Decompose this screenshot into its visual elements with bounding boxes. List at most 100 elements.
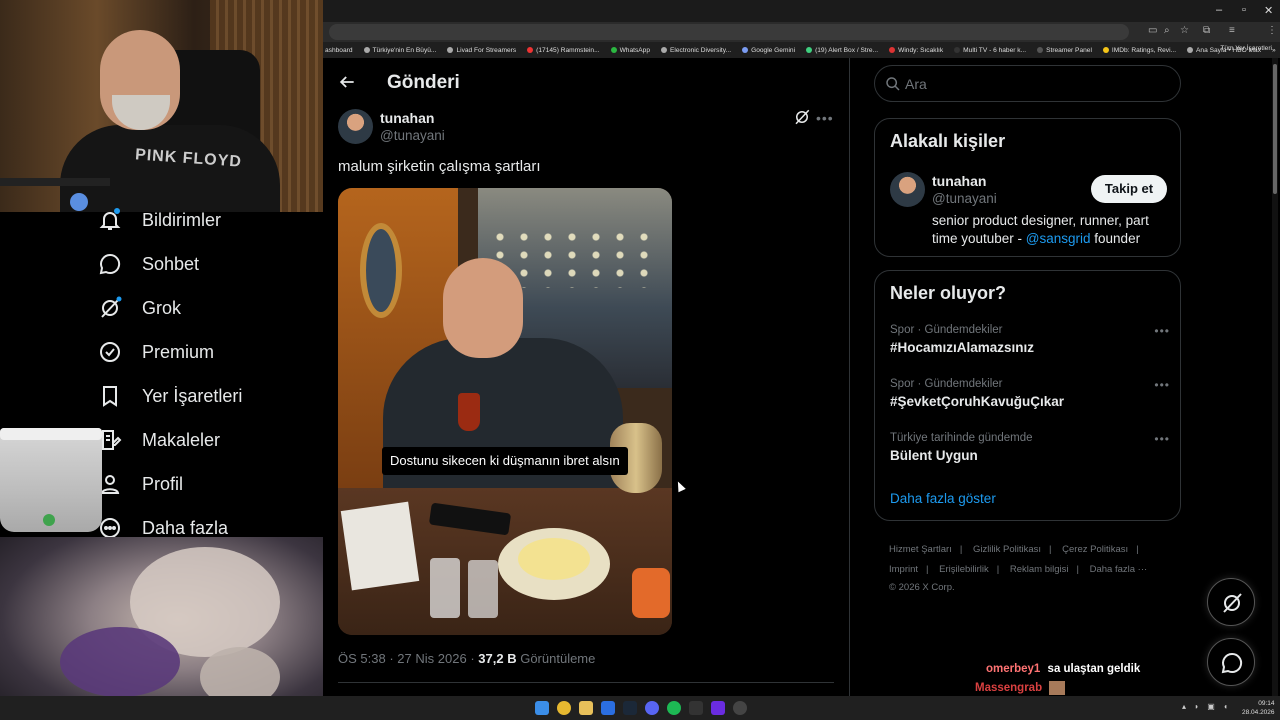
kebab-menu-icon[interactable]: ⋮ xyxy=(1267,25,1277,36)
cast-icon[interactable]: ▭ xyxy=(1148,25,1157,36)
bookmark-item[interactable]: Livad For Streamers xyxy=(447,47,516,54)
trend-name: #HocamızıAlamazsınız xyxy=(890,340,1035,355)
address-bar[interactable] xyxy=(329,24,1129,40)
more-options-icon[interactable]: ••• xyxy=(1154,378,1170,392)
grok-fab-button[interactable] xyxy=(1207,578,1255,626)
footer-link-cookies[interactable]: Çerez Politikası xyxy=(1062,544,1128,555)
discord-icon[interactable] xyxy=(645,701,659,715)
author-handle[interactable]: @tunayani xyxy=(380,128,445,143)
clock-date: 28.04.2026 xyxy=(1242,709,1275,716)
related-person-handle[interactable]: @tunayani xyxy=(932,191,997,206)
star-icon[interactable]: ☆ xyxy=(1180,25,1189,36)
minimize-icon[interactable]: – xyxy=(1216,4,1222,16)
photo-person-head xyxy=(443,258,523,358)
bookmark-item[interactable]: Multi TV - 6 haber k... xyxy=(954,47,1026,54)
footer-link-accessibility[interactable]: Erişilebilirlik xyxy=(939,564,989,575)
steam-icon[interactable] xyxy=(623,701,637,715)
epic-games-icon[interactable] xyxy=(689,701,703,715)
post-time[interactable]: ÖS 5:38 xyxy=(338,651,386,666)
sidebar-item-profile[interactable]: Profil xyxy=(98,472,183,496)
bookmark-label: WhatsApp xyxy=(619,46,650,54)
spotify-icon[interactable] xyxy=(667,701,681,715)
bookmark-item[interactable]: (19) Alert Box / Stre... xyxy=(806,47,878,54)
trend-name: #ŞevketÇoruhKavuğuÇıkar xyxy=(890,394,1065,409)
sidebar-item-articles[interactable]: Makaleler xyxy=(98,428,220,452)
chrome-icon[interactable] xyxy=(557,701,571,715)
screen: – ▫ ✕ ▭ ⌕ ☆ ⧉ ≡ ⋮ ashboard Türkiye'nin E… xyxy=(0,0,1280,720)
trend-item[interactable]: Türkiye tarihinde gündemde Bülent Uygun … xyxy=(890,432,1170,463)
footer-link-terms[interactable]: Hizmet Şartları xyxy=(889,544,952,555)
bookmark-item[interactable]: ashboard xyxy=(325,47,353,54)
post-image[interactable]: Dostunu sikecen ki düşmanın ibret alsın xyxy=(338,188,672,635)
windows-start-icon[interactable] xyxy=(535,701,549,715)
sidebar-item-label: Grok xyxy=(142,297,182,318)
more-options-icon[interactable]: ••• xyxy=(1154,432,1170,446)
file-explorer-icon[interactable] xyxy=(579,701,593,715)
bookmark-item[interactable]: Electronic Diversity... xyxy=(661,47,731,54)
avatar[interactable] xyxy=(338,109,373,144)
sidebar-item-label: Sohbet xyxy=(142,253,200,274)
taskbar-clock[interactable]: 09:14 28.04.2026 xyxy=(1242,699,1275,717)
page-title: Gönderi xyxy=(387,72,460,93)
favicon-icon xyxy=(954,47,961,53)
footer-link-imprint[interactable]: Imprint xyxy=(889,564,918,575)
all-bookmarks-button[interactable]: Tüm Yer İşaretleri xyxy=(1220,45,1272,52)
footer-link-ads-info[interactable]: Reklam bilgisi xyxy=(1010,564,1069,575)
avatar[interactable] xyxy=(890,172,925,207)
divider xyxy=(338,682,834,683)
bookmarks-overflow[interactable]: » xyxy=(1272,47,1276,54)
footer-sep: | xyxy=(996,564,1000,575)
footer-link-privacy[interactable]: Gizlilik Politikası xyxy=(973,544,1041,555)
follow-button[interactable]: Takip et xyxy=(1091,175,1167,203)
maximize-icon[interactable]: ▫ xyxy=(1242,4,1246,16)
app-icon[interactable] xyxy=(601,701,615,715)
app-icon[interactable] xyxy=(733,701,747,715)
footer-link-more[interactable]: Daha fazla ··· xyxy=(1090,564,1148,575)
system-tray-icons[interactable]: ▴ ◗ ▣ ◖ xyxy=(1182,702,1231,711)
bookmark-item[interactable]: Türkiye'nin En Büyü... xyxy=(363,46,437,54)
bookmark-item[interactable]: Windy: Sıcaklık xyxy=(889,47,943,54)
photo-popcorn xyxy=(518,538,590,580)
chat-username: omerbey1 xyxy=(986,663,1041,675)
bookmark-item[interactable]: Streamer Panel xyxy=(1037,47,1092,54)
close-icon[interactable]: ✕ xyxy=(1264,4,1273,17)
footer-links: Hizmet Şartları | Gizlilik Politikası | Çe… xyxy=(889,540,1179,596)
more-options-icon[interactable]: ••• xyxy=(816,110,834,126)
menu-icon[interactable]: ≡ xyxy=(1229,25,1235,36)
sidebar-item-grok[interactable]: Grok xyxy=(98,296,181,320)
grok-icon[interactable] xyxy=(793,108,811,126)
messages-fab-button[interactable] xyxy=(1207,638,1255,686)
extensions-icon[interactable]: ⧉ xyxy=(1203,25,1210,36)
scrollbar-thumb[interactable] xyxy=(1273,64,1277,194)
sidebar-item-notifications[interactable]: Bildirimler xyxy=(98,208,221,232)
bookmark-label: ashboard xyxy=(325,46,353,54)
related-people-card: Alakalı kişiler tunahan @tunayani Takip … xyxy=(874,118,1181,257)
sidebar-item-premium[interactable]: Premium xyxy=(98,340,214,364)
bookmark-label: Türkiye'nin En Büyü... xyxy=(372,46,437,54)
sidebar-item-chat[interactable]: Sohbet xyxy=(98,252,199,276)
webcam-overlay: PINK FLOYD xyxy=(0,0,323,212)
search-input[interactable]: Ara xyxy=(874,65,1181,102)
taskbar: ▴ ◗ ▣ ◖ 09:14 28.04.2026 xyxy=(0,696,1280,720)
bookmark-item[interactable]: IMDb: Ratings, Revi... xyxy=(1102,47,1176,54)
related-person-name[interactable]: tunahan xyxy=(932,173,986,189)
footer-sep: | xyxy=(1049,544,1052,555)
zoom-icon[interactable]: ⌕ xyxy=(1164,25,1170,36)
app-icon[interactable] xyxy=(711,701,725,715)
post-date[interactable]: 27 Nis 2026 xyxy=(397,651,466,666)
bookmark-item[interactable]: (17145) Rammstein... xyxy=(527,47,600,54)
bookmark-item[interactable]: WhatsApp xyxy=(610,46,650,54)
show-more-link[interactable]: Daha fazla göster xyxy=(890,491,996,506)
back-arrow-icon[interactable] xyxy=(337,72,357,92)
bio-mention-link[interactable]: @sansgrid xyxy=(1026,231,1091,246)
trend-item[interactable]: Spor · Gündemdekiler #HocamızıAlamazsını… xyxy=(890,324,1170,355)
author-name[interactable]: tunahan xyxy=(380,110,434,126)
more-options-icon[interactable]: ••• xyxy=(1154,324,1170,338)
page-scrollbar[interactable] xyxy=(1272,58,1278,696)
favicon-icon xyxy=(806,47,813,53)
image-caption: Dostunu sikecen ki düşmanın ibret alsın xyxy=(382,447,628,475)
related-people-title: Alakalı kişiler xyxy=(890,131,1006,151)
trend-item[interactable]: Spor · Gündemdekiler #ŞevketÇoruhKavuğuÇ… xyxy=(890,378,1170,409)
sidebar-item-bookmarks[interactable]: Yer İşaretleri xyxy=(98,384,242,408)
bookmark-item[interactable]: Google Gemini xyxy=(742,47,795,54)
